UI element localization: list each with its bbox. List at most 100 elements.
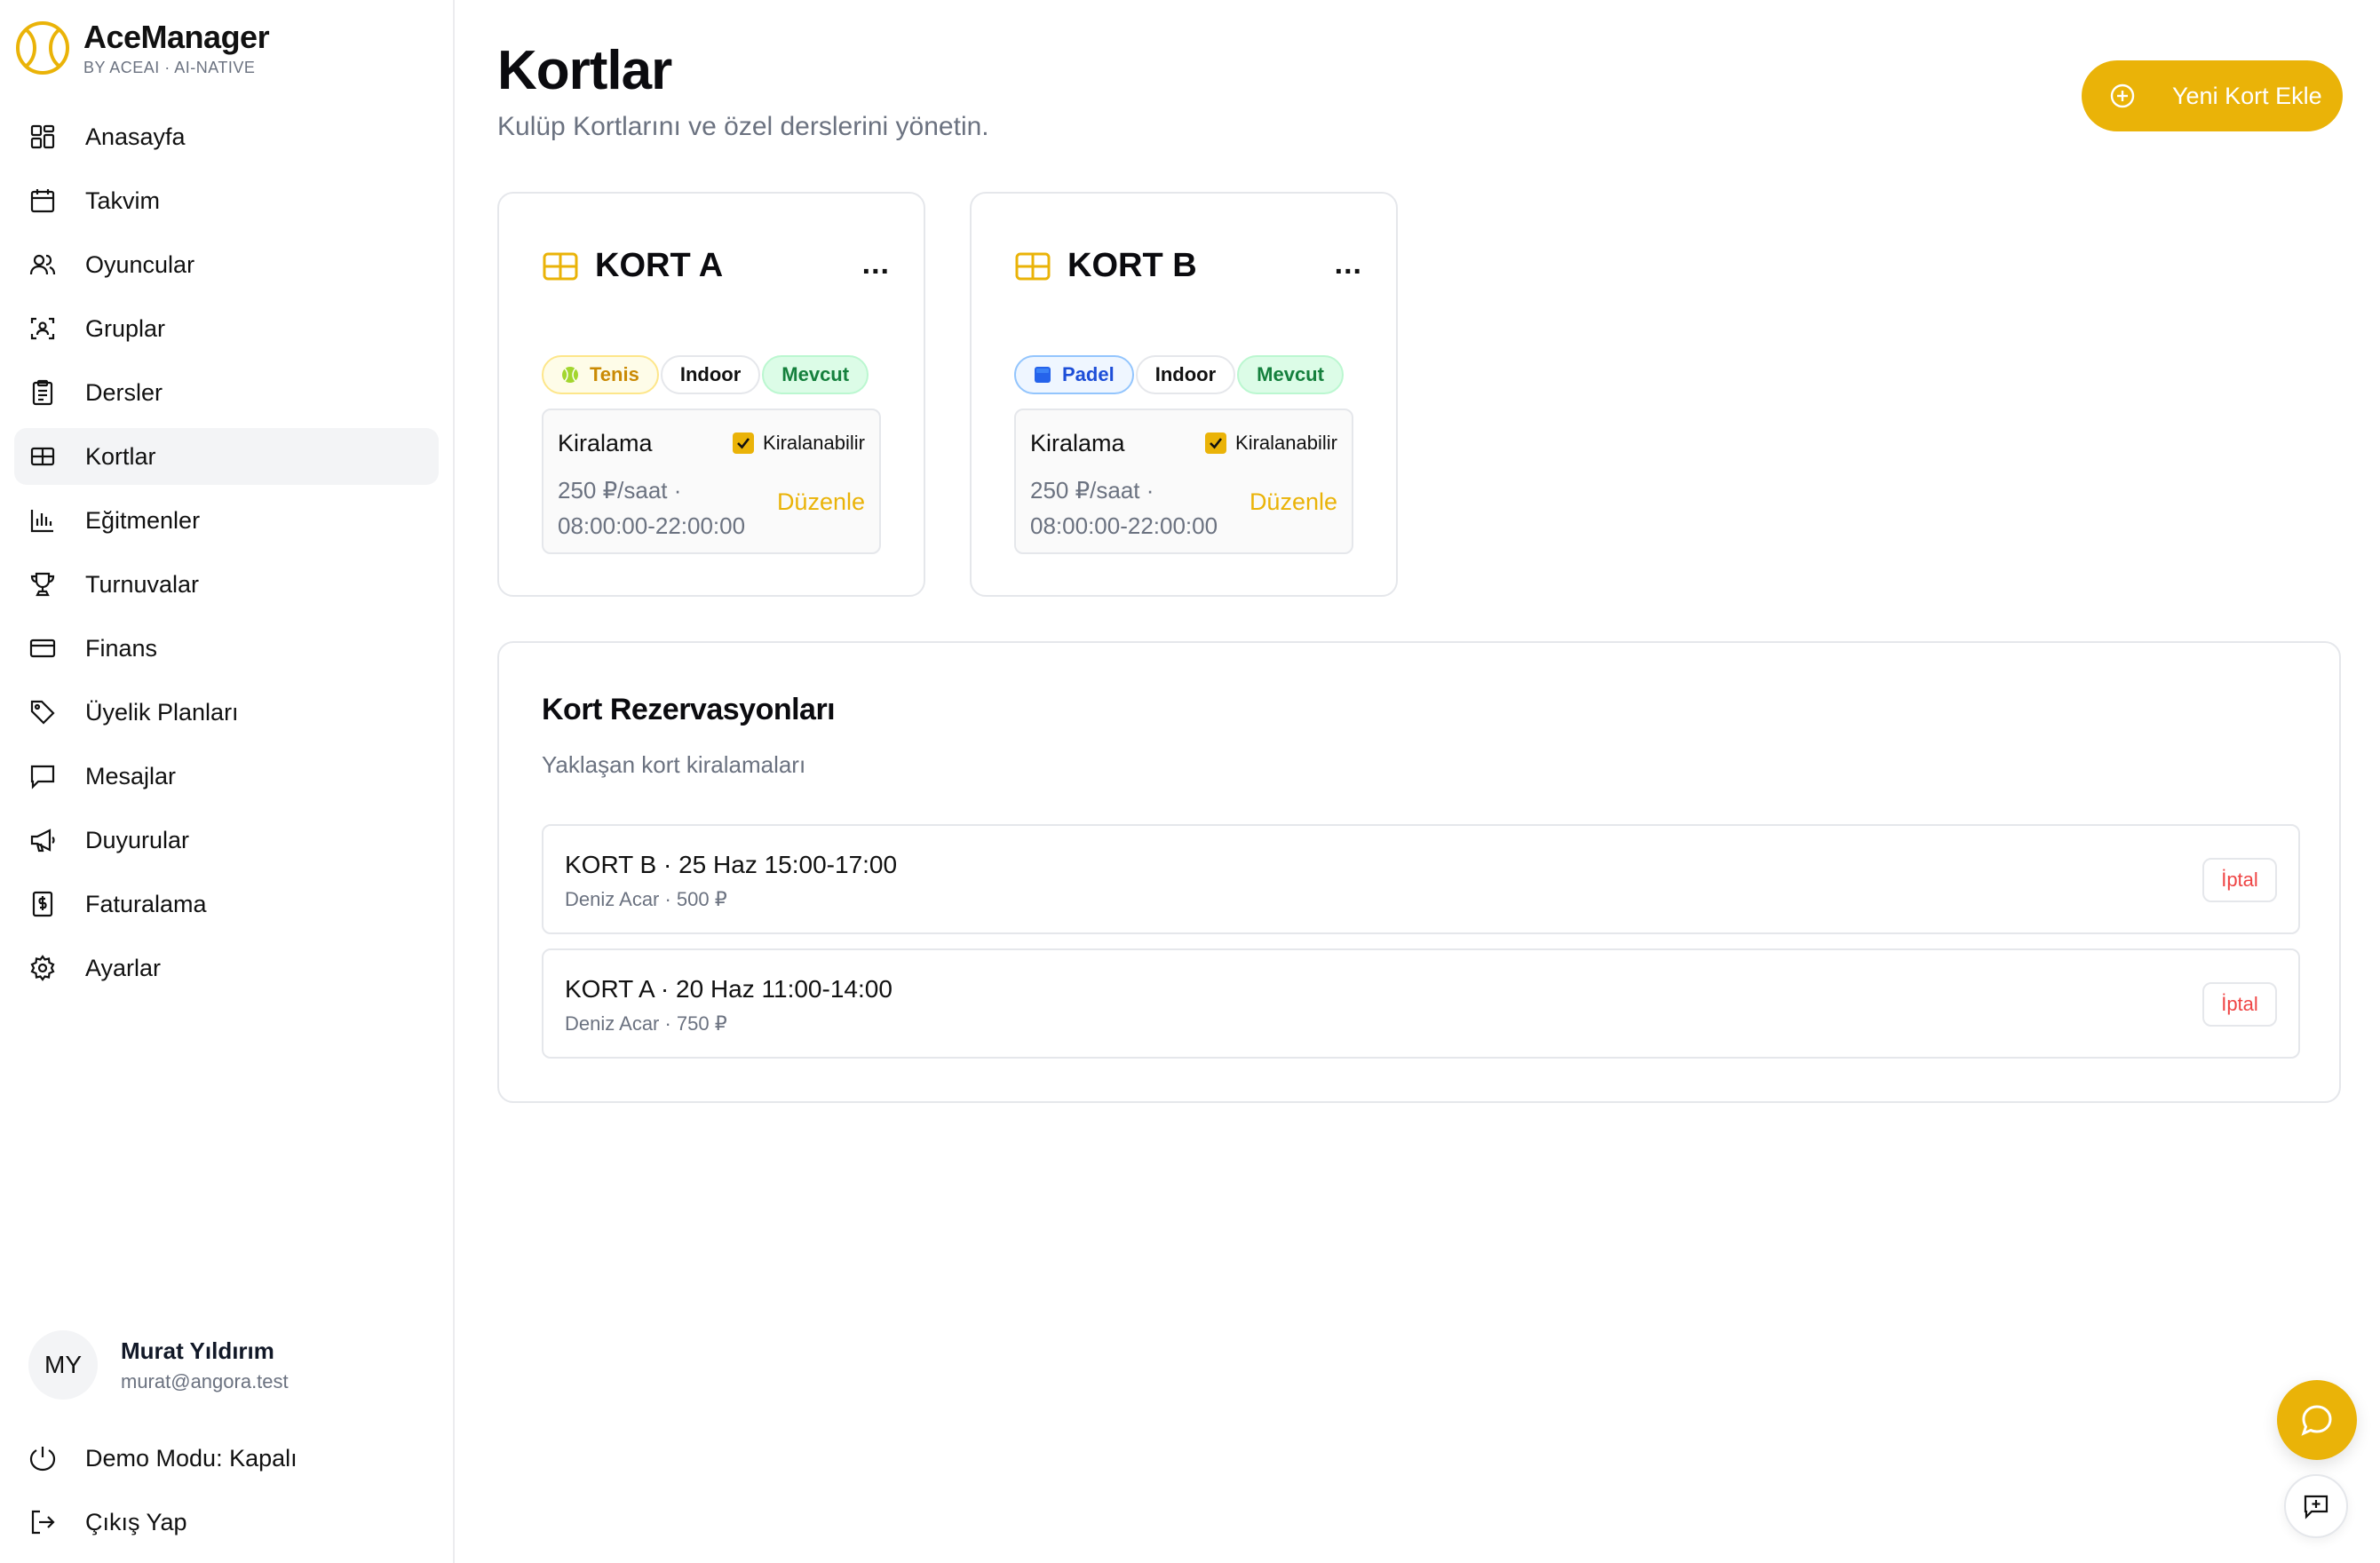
rentable-label: Kiralanabilir bbox=[1235, 432, 1337, 454]
user-profile[interactable]: MY Murat Yıldırım murat@angora.test bbox=[28, 1330, 289, 1400]
price-rate: 250 ₽/saat · bbox=[558, 477, 682, 504]
brand-subtitle: BY ACEAI · AI-NATIVE bbox=[83, 59, 256, 76]
type-badge: Indoor bbox=[660, 355, 761, 394]
sidebar-item-duyurular[interactable]: Duyurular bbox=[14, 812, 439, 869]
court-icon bbox=[1015, 252, 1051, 280]
main-content: Kortlar Kulüp Kortlarını ve özel dersler… bbox=[455, 0, 2380, 1563]
reservations-subtitle: Yaklaşan kort kiralamaları bbox=[542, 751, 806, 778]
chat-button[interactable] bbox=[2277, 1380, 2357, 1460]
check-icon bbox=[733, 432, 755, 454]
reservation-row: KORT A · 20 Haz 11:00-14:00 Deniz Acar ·… bbox=[542, 948, 2300, 1059]
reservation-row: KORT B · 25 Haz 15:00-17:00 Deniz Acar ·… bbox=[542, 824, 2300, 934]
sidebar-item-egitmenler[interactable]: Eğitmenler bbox=[14, 492, 439, 549]
user-name: Murat Yıldırım bbox=[121, 1337, 274, 1364]
sidebar-item-ayarlar[interactable]: Ayarlar bbox=[14, 940, 439, 996]
sidebar-item-faturalama[interactable]: Faturalama bbox=[14, 876, 439, 932]
demo-mode-toggle[interactable]: Demo Modu: Kapalı bbox=[28, 1444, 298, 1472]
logout-label: Çıkış Yap bbox=[85, 1508, 187, 1535]
sidebar-item-takvim[interactable]: Takvim bbox=[14, 172, 439, 229]
sidebar-item-label: Üyelik Planları bbox=[85, 698, 239, 726]
sidebar-item-label: Takvim bbox=[85, 186, 161, 214]
plus-circle-icon bbox=[2110, 83, 2135, 108]
sidebar-item-label: Duyurular bbox=[85, 826, 190, 853]
cancel-reservation-button[interactable]: İptal bbox=[2202, 982, 2277, 1027]
sport-label: Padel bbox=[1062, 363, 1115, 385]
rentable-checkbox[interactable]: Kiralanabilir bbox=[1205, 432, 1337, 455]
sidebar-item-label: Oyuncular bbox=[85, 250, 195, 278]
sport-label: Tenis bbox=[590, 363, 639, 385]
court-name: KORT A bbox=[595, 247, 724, 284]
sidebar-item-mesajlar[interactable]: Mesajlar bbox=[14, 748, 439, 805]
sidebar-item-kortlar[interactable]: Kortlar bbox=[14, 428, 439, 485]
sidebar-item-label: Dersler bbox=[85, 378, 163, 406]
credit-card-icon bbox=[28, 634, 57, 662]
invoice-icon bbox=[28, 890, 57, 918]
trophy-icon bbox=[28, 570, 57, 599]
logout-button[interactable]: Çıkış Yap bbox=[28, 1508, 187, 1536]
sidebar-item-dersler[interactable]: Dersler bbox=[14, 364, 439, 421]
rental-price: 250 ₽/saat · 08:00:00-22:00:00 bbox=[558, 472, 780, 543]
message-plus-icon bbox=[2304, 1495, 2328, 1519]
edit-rental-link[interactable]: Düzenle bbox=[777, 488, 865, 516]
sidebar-item-label: Eğitmenler bbox=[85, 506, 201, 534]
sidebar: AceManager BY ACEAI · AI-NATIVE Anasayfa… bbox=[0, 0, 455, 1563]
user-email: murat@angora.test bbox=[121, 1369, 289, 1392]
rental-title: Kiralama bbox=[1030, 430, 1125, 456]
power-icon bbox=[28, 1444, 57, 1472]
sidebar-item-anasayfa[interactable]: Anasayfa bbox=[14, 108, 439, 165]
page-subtitle: Kulüp Kortlarını ve özel derslerini yöne… bbox=[497, 112, 989, 141]
sport-badge: Tenis bbox=[542, 355, 659, 394]
sidebar-item-oyuncular[interactable]: Oyuncular bbox=[14, 236, 439, 293]
sport-badge: Padel bbox=[1014, 355, 1134, 394]
dashboard-icon bbox=[28, 123, 57, 151]
add-court-button[interactable]: Yeni Kort Ekle bbox=[2082, 60, 2343, 131]
rental-box: Kiralama Kiralanabilir 250 ₽/saat · 08:0… bbox=[542, 409, 881, 554]
logout-icon bbox=[28, 1508, 57, 1536]
chat-bubble-icon bbox=[2301, 1405, 2332, 1436]
status-badge: Mevcut bbox=[762, 355, 869, 394]
cancel-reservation-button[interactable]: İptal bbox=[2202, 858, 2277, 902]
sidebar-item-turnuvalar[interactable]: Turnuvalar bbox=[14, 556, 439, 613]
rentable-checkbox[interactable]: Kiralanabilir bbox=[733, 432, 865, 455]
more-options-button[interactable]: ... bbox=[862, 249, 890, 279]
megaphone-icon bbox=[28, 826, 57, 854]
sidebar-item-gruplar[interactable]: Gruplar bbox=[14, 300, 439, 357]
tag-icon bbox=[28, 698, 57, 726]
court-icon bbox=[543, 252, 578, 280]
sidebar-item-label: Gruplar bbox=[85, 314, 166, 342]
tennis-ball-logo-icon bbox=[16, 21, 69, 75]
reservations-title: Kort Rezervasyonları bbox=[542, 693, 836, 726]
sidebar-item-uyelik-planlari[interactable]: Üyelik Planları bbox=[14, 684, 439, 741]
check-icon bbox=[1205, 432, 1227, 454]
brand[interactable]: AceManager BY ACEAI · AI-NATIVE bbox=[14, 18, 270, 78]
groups-icon bbox=[28, 314, 57, 343]
add-court-label: Yeni Kort Ekle bbox=[2172, 82, 2322, 109]
message-icon bbox=[28, 762, 57, 790]
court-card: KORT B ... Padel Indoor Mevcut Kiralama … bbox=[970, 192, 1398, 597]
feedback-button[interactable] bbox=[2284, 1474, 2348, 1538]
sidebar-item-label: Anasayfa bbox=[85, 123, 186, 150]
court-name: KORT B bbox=[1067, 247, 1197, 284]
sidebar-item-label: Turnuvalar bbox=[85, 570, 200, 598]
sidebar-item-finans[interactable]: Finans bbox=[14, 620, 439, 677]
edit-rental-link[interactable]: Düzenle bbox=[1250, 488, 1337, 516]
more-options-button[interactable]: ... bbox=[1335, 249, 1362, 279]
rental-box: Kiralama Kiralanabilir 250 ₽/saat · 08:0… bbox=[1014, 409, 1353, 554]
type-badge: Indoor bbox=[1135, 355, 1236, 394]
reservations-card: Kort Rezervasyonları Yaklaşan kort kiral… bbox=[497, 641, 2341, 1103]
page-title: Kortlar bbox=[497, 40, 672, 101]
sidebar-item-label: Ayarlar bbox=[85, 954, 162, 981]
court-card: KORT A ... Tenis Indoor Mevcut Kiralama … bbox=[497, 192, 925, 597]
reservation-meta: Deniz Acar · 750 ₽ bbox=[565, 1012, 727, 1035]
users-icon bbox=[28, 250, 57, 279]
court-icon bbox=[28, 442, 57, 471]
avatar: MY bbox=[28, 1330, 98, 1400]
tennis-ball-icon bbox=[562, 367, 578, 383]
clipboard-icon bbox=[28, 378, 57, 407]
rental-price: 250 ₽/saat · 08:00:00-22:00:00 bbox=[1030, 472, 1252, 543]
price-hours: 08:00:00-22:00:00 bbox=[558, 512, 746, 539]
calendar-icon bbox=[28, 186, 57, 215]
brand-name: AceManager bbox=[83, 19, 270, 55]
sidebar-item-label: Finans bbox=[85, 634, 158, 662]
sidebar-item-label: Kortlar bbox=[85, 442, 156, 470]
